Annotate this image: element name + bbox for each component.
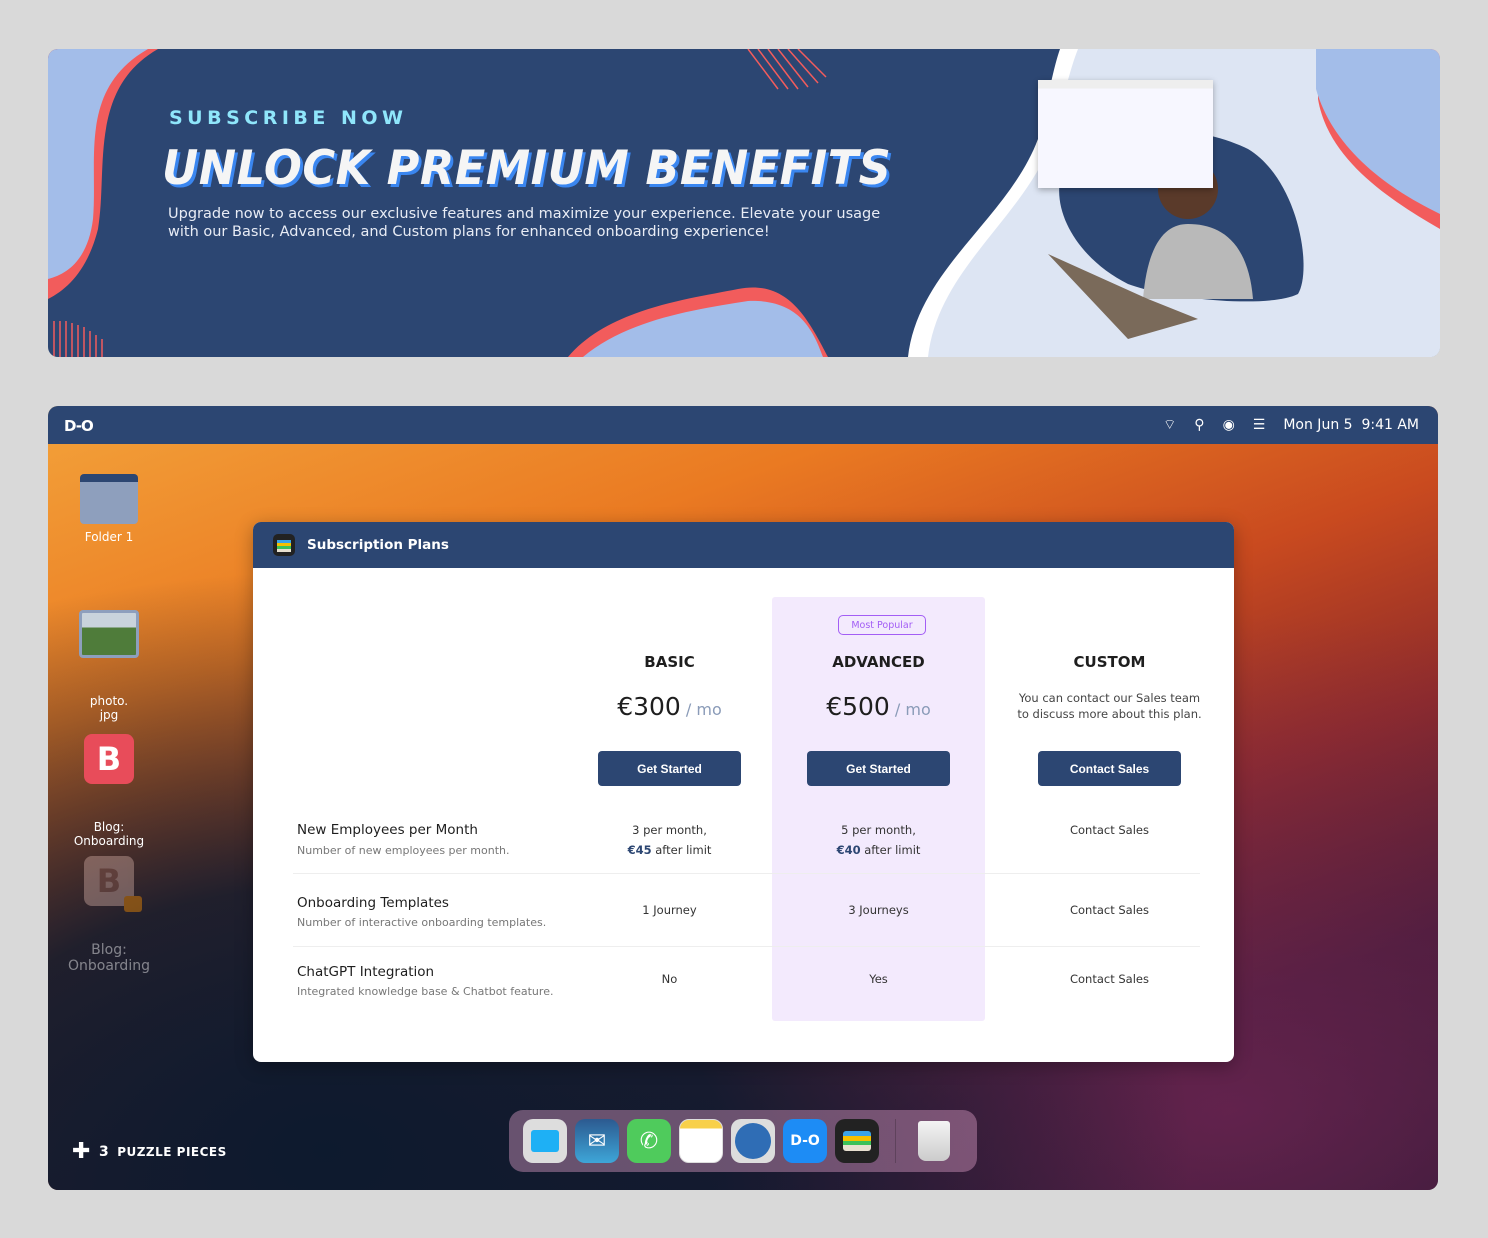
lock-icon [124, 896, 142, 912]
banner-description: Upgrade now to access our exclusive feat… [168, 206, 881, 240]
user-icon[interactable]: ◉ [1223, 417, 1235, 433]
window-title: Subscription Plans [307, 537, 449, 553]
wifi-icon[interactable]: ⌔ [1163, 416, 1176, 434]
plan-price: €500 / mo [826, 692, 931, 721]
puzzle-pieces-counter: ✚ 3 PUZZLE PIECES [72, 1139, 227, 1164]
folder-icon [80, 474, 138, 524]
desktop-icon-blog-locked[interactable]: B Blog: Onboarding [64, 828, 154, 1002]
desktop: D-O ⌔ ⚲ ◉ ☰ Mon Jun 5 9:41 AM Folder 1 p… [48, 406, 1438, 1190]
whatsapp-icon[interactable]: ✆ [627, 1119, 671, 1163]
subscription-plans-window: Subscription Plans BASIC €300 / mo Get S… [253, 522, 1234, 1062]
plan-custom: CUSTOM You can contact our Sales team to… [1003, 522, 1216, 822]
plan-advanced: Most Popular ADVANCED €500 / mo Get Star… [772, 522, 985, 822]
compass-app-icon[interactable] [731, 1119, 775, 1163]
clock: Mon Jun 5 9:41 AM [1283, 417, 1419, 433]
control-center-icon[interactable]: ☰ [1253, 417, 1266, 433]
blogger-icon: B [84, 856, 142, 912]
wallet-icon[interactable] [835, 1119, 879, 1163]
plan-price: €300 / mo [617, 692, 722, 721]
menu-bar: D-O ⌔ ⚲ ◉ ☰ Mon Jun 5 9:41 AM [48, 406, 1438, 444]
app-logo[interactable]: D-O [64, 417, 94, 435]
photo-thumbnail [79, 610, 139, 658]
puzzle-icon: ✚ [72, 1139, 91, 1164]
contact-sales-button[interactable]: Contact Sales [1038, 751, 1181, 786]
dock: ✉ ✆ D-O [509, 1110, 977, 1172]
app-preview-screenshot [1038, 80, 1213, 188]
trash-icon[interactable] [912, 1119, 956, 1163]
search-icon[interactable]: ⚲ [1194, 417, 1204, 433]
blogger-icon: B [84, 734, 134, 784]
banner-headline: UNLOCK PREMIUM BENEFITS [162, 141, 892, 196]
get-started-advanced-button[interactable]: Get Started [807, 751, 950, 786]
get-started-basic-button[interactable]: Get Started [598, 751, 741, 786]
plan-basic: BASIC €300 / mo Get Started [563, 522, 776, 822]
files-icon[interactable] [523, 1119, 567, 1163]
most-popular-badge: Most Popular [838, 615, 926, 635]
banner-decoration [48, 49, 1440, 357]
banner-eyebrow: SUBSCRIBE NOW [169, 107, 408, 129]
promo-banner: SUBSCRIBE NOW UNLOCK PREMIUM BENEFITS Up… [48, 49, 1440, 357]
desktop-icon-folder[interactable]: Folder 1 [64, 474, 154, 544]
app-logo-dock-icon[interactable]: D-O [783, 1119, 827, 1163]
mail-icon[interactable]: ✉ [575, 1119, 619, 1163]
wallet-icon [273, 534, 295, 556]
notes-icon[interactable] [679, 1119, 723, 1163]
